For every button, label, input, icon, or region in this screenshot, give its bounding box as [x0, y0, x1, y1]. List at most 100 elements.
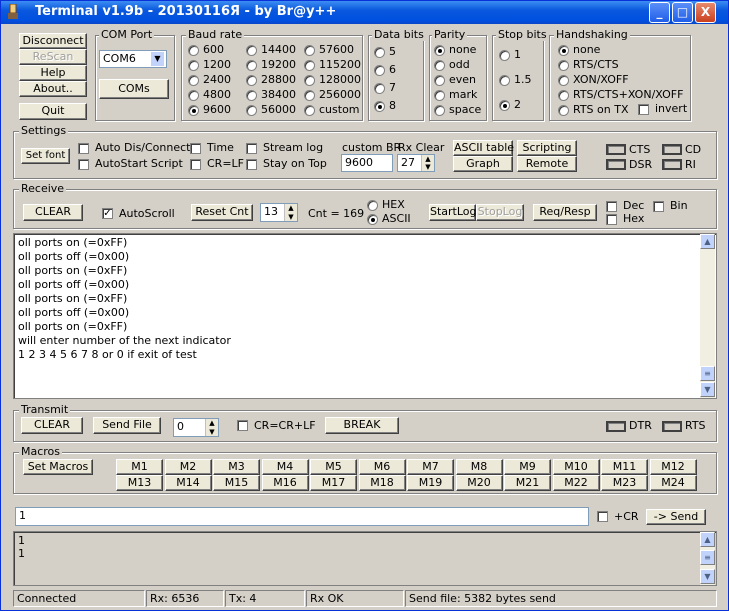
- macro-button-m11[interactable]: M11: [601, 459, 648, 475]
- arrow-down-icon[interactable]: ▼: [285, 213, 297, 222]
- baud-radio[interactable]: [188, 105, 199, 116]
- scroll-up-icon[interactable]: ▲: [700, 234, 715, 249]
- macro-button-m22[interactable]: M22: [552, 475, 600, 491]
- transmit-clear-button[interactable]: CLEAR: [21, 417, 83, 434]
- cnt-stepper[interactable]: ▲ ▼: [284, 204, 297, 221]
- send-file-button[interactable]: Send File: [93, 417, 161, 434]
- handshaking-radio[interactable]: [558, 60, 569, 71]
- arrow-up-icon[interactable]: ▲: [422, 155, 434, 163]
- maximize-button[interactable]: □: [672, 2, 693, 23]
- reset-cnt-button[interactable]: Reset Cnt: [191, 204, 253, 221]
- stop-bits-radio[interactable]: [499, 100, 510, 111]
- transmit-log-area[interactable]: 11: [13, 531, 717, 586]
- ascii-table-button[interactable]: ASCII table: [453, 140, 514, 156]
- data-bits-radio[interactable]: [374, 101, 385, 112]
- baud-radio[interactable]: [304, 45, 315, 56]
- graph-button[interactable]: Graph: [453, 156, 513, 172]
- help-button[interactable]: Help: [19, 65, 87, 81]
- baud-radio[interactable]: [246, 75, 257, 86]
- macro-button-m21[interactable]: M21: [504, 475, 551, 491]
- rts-toggle[interactable]: [662, 421, 682, 432]
- macro-button-m14[interactable]: M14: [164, 475, 212, 491]
- macro-button-m3[interactable]: M3: [213, 459, 260, 475]
- scroll-down-icon[interactable]: ▼: [700, 382, 715, 397]
- remote-button[interactable]: Remote: [517, 156, 577, 172]
- macro-button-m15[interactable]: M15: [213, 475, 260, 491]
- rx-clear-stepper[interactable]: ▲ ▼: [421, 155, 434, 171]
- dec-checkbox[interactable]: [606, 201, 617, 212]
- macro-button-m23[interactable]: M23: [601, 475, 648, 491]
- hex-checkbox[interactable]: [606, 214, 617, 225]
- close-button[interactable]: X: [695, 2, 716, 23]
- coms-button[interactable]: COMs: [99, 79, 169, 99]
- set-font-button[interactable]: Set font: [21, 148, 70, 164]
- macro-button-m19[interactable]: M19: [407, 475, 454, 491]
- autoscroll-checkbox[interactable]: ✓: [102, 208, 113, 219]
- scroll-thumb[interactable]: ≡: [700, 550, 715, 565]
- handshaking-radio[interactable]: [558, 45, 569, 56]
- data-bits-radio[interactable]: [374, 47, 385, 58]
- baud-radio[interactable]: [246, 60, 257, 71]
- req-resp-button[interactable]: Req/Resp: [533, 204, 597, 221]
- minimize-button[interactable]: _: [649, 2, 670, 23]
- send-button[interactable]: -> Send: [646, 509, 706, 525]
- arrow-down-icon[interactable]: ▼: [206, 428, 218, 437]
- arrow-up-icon[interactable]: ▲: [206, 419, 218, 428]
- handshaking-radio[interactable]: [558, 90, 569, 101]
- stoplog-button[interactable]: StopLog: [476, 204, 524, 221]
- macro-button-m24[interactable]: M24: [649, 475, 697, 491]
- parity-radio[interactable]: [434, 105, 445, 116]
- scroll-up-icon[interactable]: ▲: [700, 532, 715, 547]
- parity-radio[interactable]: [434, 75, 445, 86]
- plus-cr-checkbox[interactable]: [597, 511, 608, 522]
- rescan-button[interactable]: ReScan: [19, 49, 87, 65]
- transmit-stepper[interactable]: ▲ ▼: [205, 419, 218, 436]
- quit-button[interactable]: Quit: [19, 103, 87, 120]
- baud-radio[interactable]: [304, 90, 315, 101]
- data-bits-radio[interactable]: [374, 65, 385, 76]
- stay-on-top-checkbox[interactable]: [246, 159, 257, 170]
- send-input[interactable]: 1: [15, 507, 589, 526]
- macro-button-m16[interactable]: M16: [261, 475, 309, 491]
- macro-button-m18[interactable]: M18: [358, 475, 406, 491]
- ascii-radio[interactable]: [367, 214, 378, 225]
- scroll-down-icon[interactable]: ▼: [700, 569, 715, 584]
- chevron-down-icon[interactable]: ▼: [150, 51, 165, 67]
- disconnect-button[interactable]: Disconnect: [19, 33, 87, 49]
- stop-bits-radio[interactable]: [499, 75, 510, 86]
- baud-radio[interactable]: [188, 60, 199, 71]
- hex-radio[interactable]: [367, 200, 378, 211]
- scripting-button[interactable]: Scripting: [517, 140, 577, 156]
- macro-button-m10[interactable]: M10: [552, 459, 600, 475]
- stream-log-checkbox[interactable]: [246, 143, 257, 154]
- arrow-down-icon[interactable]: ▼: [422, 163, 434, 171]
- macro-button-m1[interactable]: M1: [116, 459, 163, 475]
- stop-bits-radio[interactable]: [499, 50, 510, 61]
- handshaking-radio[interactable]: [558, 75, 569, 86]
- baud-radio[interactable]: [246, 90, 257, 101]
- data-bits-radio[interactable]: [374, 83, 385, 94]
- baud-radio[interactable]: [304, 105, 315, 116]
- macro-button-m20[interactable]: M20: [455, 475, 503, 491]
- macro-button-m7[interactable]: M7: [407, 459, 454, 475]
- startlog-button[interactable]: StartLog: [429, 204, 477, 221]
- macro-button-m12[interactable]: M12: [649, 459, 697, 475]
- macro-button-m8[interactable]: M8: [455, 459, 503, 475]
- title-bar[interactable]: Terminal v1.9b - 20130116Я - by Br@y++ _…: [1, 1, 728, 24]
- baud-radio[interactable]: [188, 90, 199, 101]
- macro-button-m13[interactable]: M13: [116, 475, 163, 491]
- scroll-thumb[interactable]: ≡: [700, 366, 715, 381]
- baud-radio[interactable]: [188, 45, 199, 56]
- baud-radio[interactable]: [304, 60, 315, 71]
- receive-text-area[interactable]: oll ports on (=0xFF) oll ports off (=0x00…: [13, 233, 717, 399]
- parity-radio[interactable]: [434, 60, 445, 71]
- bin-checkbox[interactable]: [653, 201, 664, 212]
- macro-button-m4[interactable]: M4: [261, 459, 309, 475]
- macro-button-m17[interactable]: M17: [310, 475, 357, 491]
- baud-radio[interactable]: [246, 45, 257, 56]
- custom-br-input[interactable]: 9600: [341, 154, 393, 172]
- about-button[interactable]: About..: [19, 81, 87, 97]
- parity-radio[interactable]: [434, 90, 445, 101]
- break-button[interactable]: BREAK: [325, 417, 399, 434]
- autostart-script-checkbox[interactable]: [78, 159, 89, 170]
